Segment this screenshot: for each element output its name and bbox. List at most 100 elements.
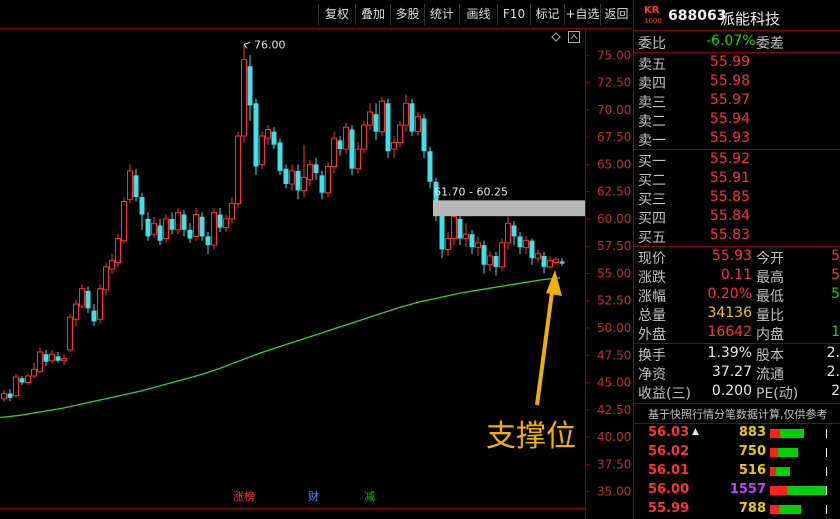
stock-name[interactable]: 派能科技	[720, 8, 780, 29]
y-tick-label: 47.50	[597, 348, 631, 362]
candle	[487, 251, 493, 272]
candle-body	[397, 124, 403, 144]
tick-row: 56.00 1557	[634, 482, 840, 503]
candle-body	[505, 222, 511, 244]
candle-body	[403, 102, 409, 126]
ratio-value: -6.07%	[706, 33, 756, 49]
candle	[409, 98, 415, 136]
candle-body	[127, 170, 133, 200]
quote-value: 0.11	[720, 267, 752, 283]
candle	[541, 251, 547, 274]
toolbar-button-4[interactable]: 画线	[459, 4, 497, 25]
candle	[289, 164, 295, 191]
y-tick-label: 75.00	[597, 48, 631, 62]
exchange-badge: KR	[644, 5, 660, 16]
quote-row: 涨跌 0.11 最高 5	[634, 267, 840, 286]
toolbar-button-0[interactable]: 复权	[318, 4, 355, 25]
quote-label: 涨跌	[638, 270, 666, 286]
candle-body	[115, 238, 121, 264]
candle-body	[7, 393, 13, 398]
candle	[109, 253, 115, 274]
candle-body	[415, 115, 421, 133]
ticks-note: 基于快照行情分笔数据计算,仅供参考	[648, 408, 828, 421]
candle-body	[67, 316, 73, 351]
candle	[331, 131, 337, 174]
candle-body	[217, 214, 223, 228]
stats-label: 净资	[638, 367, 666, 383]
quote-label-2: 最低	[756, 289, 784, 305]
stats-label-2: 流通	[756, 367, 784, 383]
quote-row: 总量 34136 量比	[634, 305, 840, 324]
candle	[211, 208, 217, 250]
bid-ask-ratio-row: 委比 -6.07% 委差	[634, 33, 840, 52]
candle-body	[139, 197, 145, 215]
tick-volume: 1557	[729, 482, 766, 497]
candle-body	[517, 236, 523, 248]
candle	[157, 218, 163, 246]
candle-body	[163, 218, 169, 240]
candle-body	[523, 240, 529, 248]
candle	[259, 131, 265, 169]
candle	[457, 214, 463, 246]
candle-body	[469, 234, 475, 248]
stats-row: 收益(三) 0.200 PE(动) 2	[634, 383, 840, 402]
candle	[145, 212, 151, 241]
candle	[475, 236, 481, 256]
candle-body	[481, 245, 487, 265]
candle	[97, 284, 103, 324]
candle	[205, 232, 211, 254]
y-tick-label: 45.00	[597, 376, 631, 390]
candle-body	[445, 238, 451, 250]
quote-label: 现价	[638, 251, 666, 267]
quote-row: 外盘 16642 内盘 1	[634, 324, 840, 343]
toolbar-button-5[interactable]: F10	[497, 4, 530, 25]
bottom-mark: 涨榜	[233, 489, 255, 503]
candle	[43, 349, 49, 367]
toolbar-button-7[interactable]: +自选	[564, 4, 600, 25]
quote-row: 涨幅 0.20% 最低 5	[634, 286, 840, 305]
candle	[547, 256, 553, 270]
candle-body	[325, 166, 331, 194]
y-tick-label: 57.50	[597, 239, 631, 253]
tick-price: 56.00	[648, 482, 690, 497]
ask-price: 55.99	[709, 54, 750, 70]
stats-value: 1.39%	[707, 345, 752, 361]
candle	[49, 349, 55, 363]
candle	[385, 98, 391, 158]
candle	[91, 304, 97, 326]
bid-row: 买五 55.83	[634, 227, 840, 246]
tick-row: 56.01 516	[634, 463, 840, 484]
support-arrow-head	[546, 270, 562, 296]
bid-label: 买一	[638, 154, 666, 170]
toolbar-button-1[interactable]: 叠加	[355, 4, 390, 25]
candle	[397, 120, 403, 147]
candle-body	[121, 200, 127, 242]
stock-code[interactable]: 688063	[668, 8, 726, 24]
candle-body	[283, 168, 289, 184]
candle	[187, 223, 193, 243]
bid-price: 55.92	[709, 151, 750, 167]
candle	[313, 157, 319, 180]
candle	[241, 44, 247, 143]
candle-body	[409, 103, 415, 132]
candle-body	[85, 290, 91, 309]
toolbar-button-2[interactable]: 多股	[390, 4, 424, 25]
candle-body	[295, 170, 301, 191]
toolbar-button-6[interactable]: 标记	[530, 4, 564, 25]
y-tick-label: 35.00	[597, 485, 631, 499]
kline-chart[interactable]: 75.00 72.50 70.00 67.50 65.00 62.50 60.00 57.50…	[0, 0, 632, 519]
toolbar-button-3[interactable]: 统计	[424, 4, 459, 25]
candle-body	[133, 175, 139, 198]
resistance-zone	[433, 200, 585, 217]
toolbar-button-8[interactable]: 返回	[600, 4, 632, 25]
bid-label: 买四	[638, 211, 666, 227]
tick-volume-bar	[770, 448, 798, 457]
tick-bar-track	[826, 448, 827, 457]
candle-body	[31, 368, 37, 377]
candle-body	[181, 214, 187, 230]
tick-bar-track	[826, 486, 827, 495]
ask-price: 55.94	[709, 111, 750, 127]
candle-body	[61, 358, 67, 362]
candle	[469, 229, 475, 254]
candle-body	[187, 229, 193, 239]
